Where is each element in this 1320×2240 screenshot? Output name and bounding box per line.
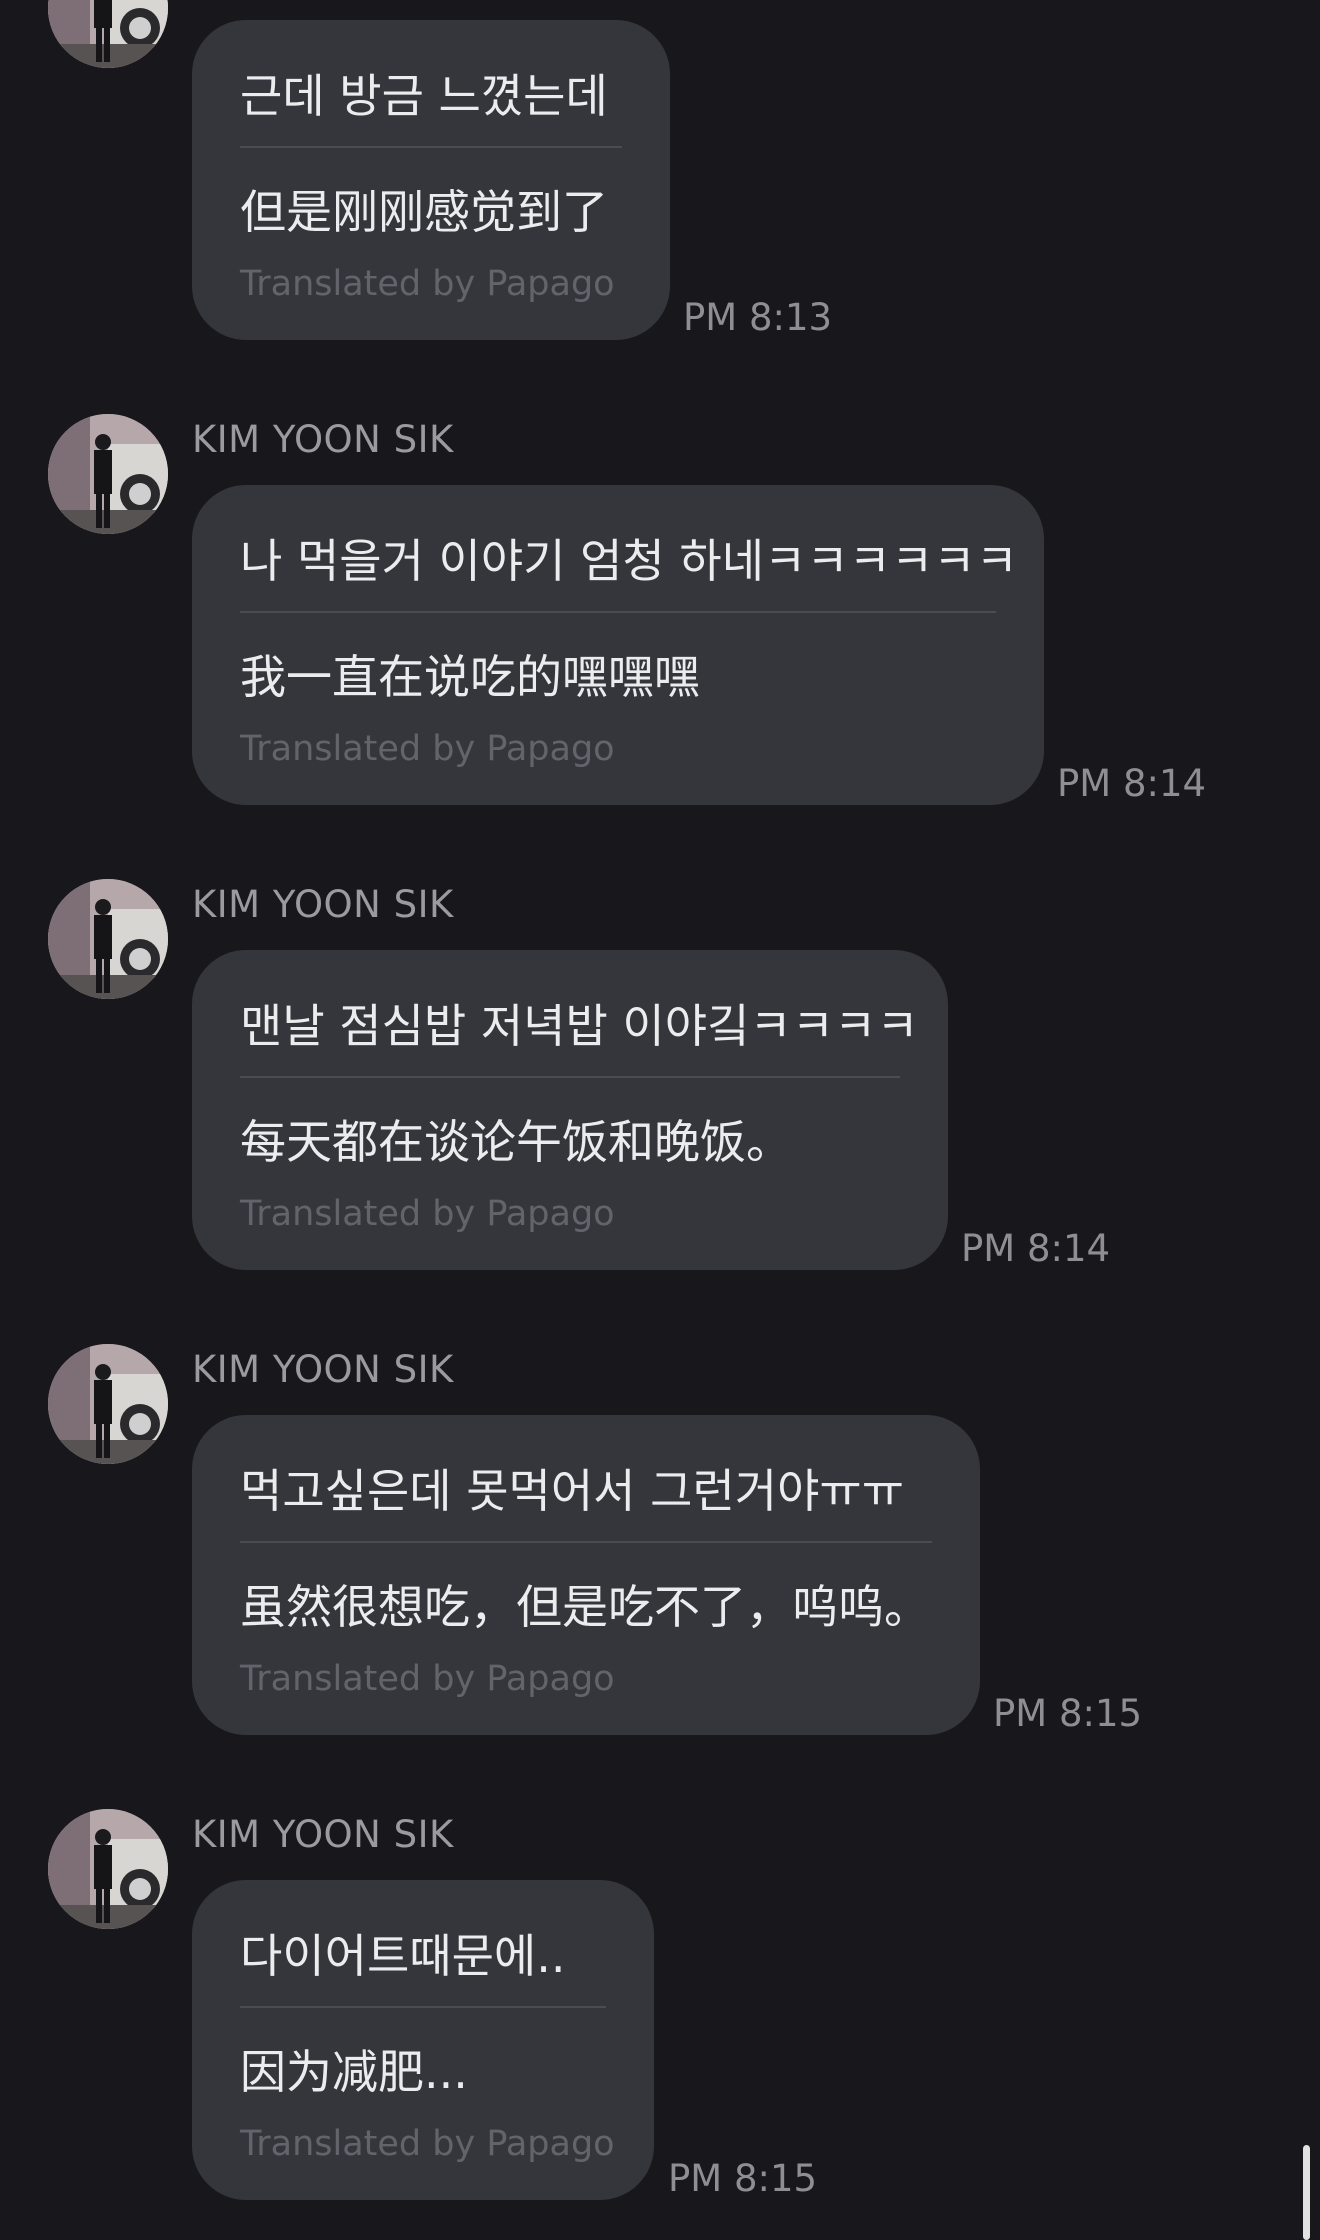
avatar[interactable] xyxy=(48,414,168,534)
translation-credit: Translated by Papago xyxy=(240,2124,615,2164)
timestamp: PM 8:13 xyxy=(683,296,833,339)
profile-photo-icon xyxy=(48,0,168,68)
translation-credit: Translated by Papago xyxy=(240,729,615,769)
message-bubble[interactable]: 근데 방금 느꼈는데 但是刚刚感觉到了 Translated by Papago xyxy=(192,20,670,340)
divider xyxy=(240,1541,932,1543)
message-bubble[interactable]: 다이어트때문에.. 因为减肥... Translated by Papago xyxy=(192,1880,654,2200)
divider xyxy=(240,611,996,613)
profile-photo-icon xyxy=(48,879,168,999)
original-text: 다이어트때문에.. xyxy=(240,1929,566,1983)
translated-text: 虽然很想吃，但是吃不了，呜呜。 xyxy=(240,1580,930,1634)
timestamp: PM 8:14 xyxy=(961,1227,1111,1270)
divider xyxy=(240,146,622,148)
translation-credit: Translated by Papago xyxy=(240,1659,615,1699)
translation-credit: Translated by Papago xyxy=(240,264,615,304)
divider xyxy=(240,1076,900,1078)
original-text: 근데 방금 느꼈는데 xyxy=(240,69,608,123)
original-text: 나 먹을거 이야기 엄청 하네ㅋㅋㅋㅋㅋㅋ xyxy=(240,534,1018,588)
translated-text: 我一直在说吃的嘿嘿嘿 xyxy=(240,650,700,704)
sender-name: KIM YOON SIK xyxy=(192,883,454,926)
timestamp: PM 8:15 xyxy=(668,2157,818,2200)
translation-credit: Translated by Papago xyxy=(240,1194,615,1234)
avatar[interactable] xyxy=(48,879,168,999)
message-bubble[interactable]: 맨날 점심밥 저녁밥 이야깈ㅋㅋㅋㅋ 每天都在谈论午饭和晚饭。 Translat… xyxy=(192,950,948,1270)
avatar[interactable] xyxy=(48,1344,168,1464)
timestamp: PM 8:14 xyxy=(1057,762,1207,805)
avatar[interactable] xyxy=(48,1809,168,1929)
avatar[interactable] xyxy=(48,0,168,68)
translated-text: 每天都在谈论午饭和晚饭。 xyxy=(240,1115,792,1169)
divider xyxy=(240,2006,606,2008)
profile-photo-icon xyxy=(48,1344,168,1464)
scrollbar-thumb[interactable] xyxy=(1303,2145,1310,2240)
profile-photo-icon xyxy=(48,414,168,534)
profile-photo-icon xyxy=(48,1809,168,1929)
original-text: 먹고싶은데 못먹어서 그런거야ㅠㅠ xyxy=(240,1464,905,1518)
sender-name: KIM YOON SIK xyxy=(192,418,454,461)
message-bubble[interactable]: 나 먹을거 이야기 엄청 하네ㅋㅋㅋㅋㅋㅋ 我一直在说吃的嘿嘿嘿 Transla… xyxy=(192,485,1044,805)
message-bubble[interactable]: 먹고싶은데 못먹어서 그런거야ㅠㅠ 虽然很想吃，但是吃不了，呜呜。 Transl… xyxy=(192,1415,980,1735)
translated-text: 因为减肥... xyxy=(240,2045,468,2099)
sender-name: KIM YOON SIK xyxy=(192,1813,454,1856)
translated-text: 但是刚刚感觉到了 xyxy=(240,185,608,239)
sender-name: KIM YOON SIK xyxy=(192,1348,454,1391)
original-text: 맨날 점심밥 저녁밥 이야깈ㅋㅋㅋㅋ xyxy=(240,999,919,1053)
timestamp: PM 8:15 xyxy=(993,1692,1143,1735)
